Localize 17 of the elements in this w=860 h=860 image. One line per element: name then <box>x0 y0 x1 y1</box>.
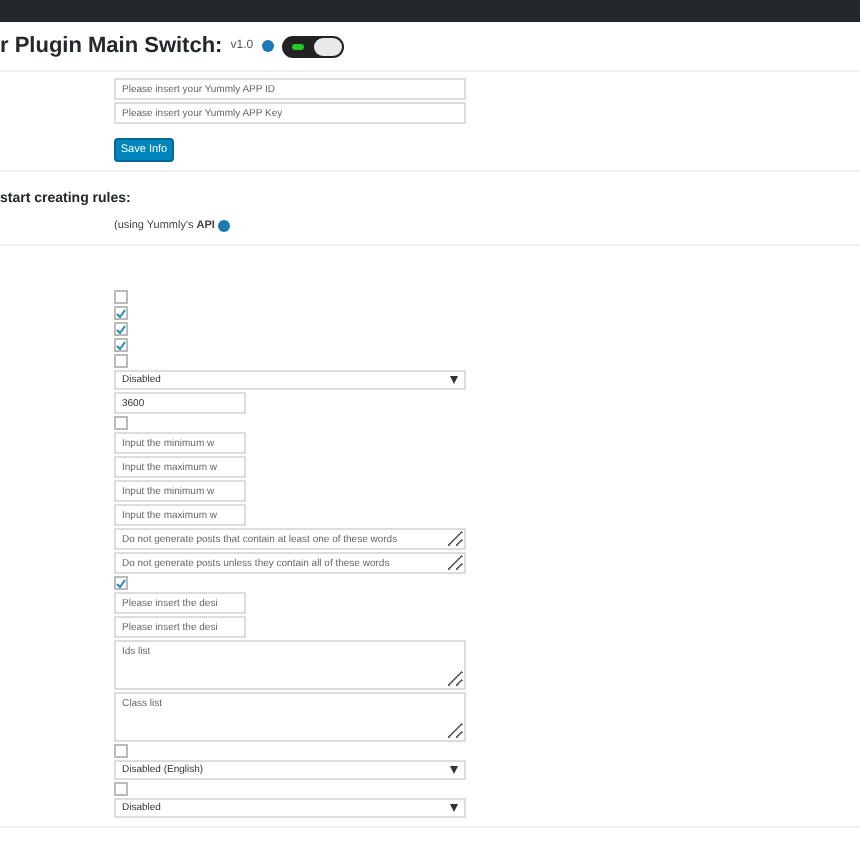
checkbox[interactable] <box>114 290 128 304</box>
caret-icon <box>450 766 458 774</box>
help-icon[interactable] <box>218 220 231 232</box>
page-title: r Plugin Main Switch: <box>0 34 223 58</box>
help-icon[interactable] <box>261 40 274 52</box>
checkbox[interactable] <box>114 416 128 430</box>
checkbox[interactable] <box>114 322 128 336</box>
checkbox[interactable] <box>114 354 128 368</box>
checkbox[interactable] <box>114 744 128 758</box>
checkbox[interactable] <box>114 576 128 590</box>
checkbox[interactable] <box>114 306 128 320</box>
caret-icon <box>450 376 458 384</box>
checkbox[interactable] <box>114 338 128 352</box>
main-switch[interactable] <box>281 35 344 57</box>
check-icon <box>116 577 126 589</box>
checkbox[interactable] <box>114 782 128 796</box>
caret-icon <box>450 804 458 812</box>
